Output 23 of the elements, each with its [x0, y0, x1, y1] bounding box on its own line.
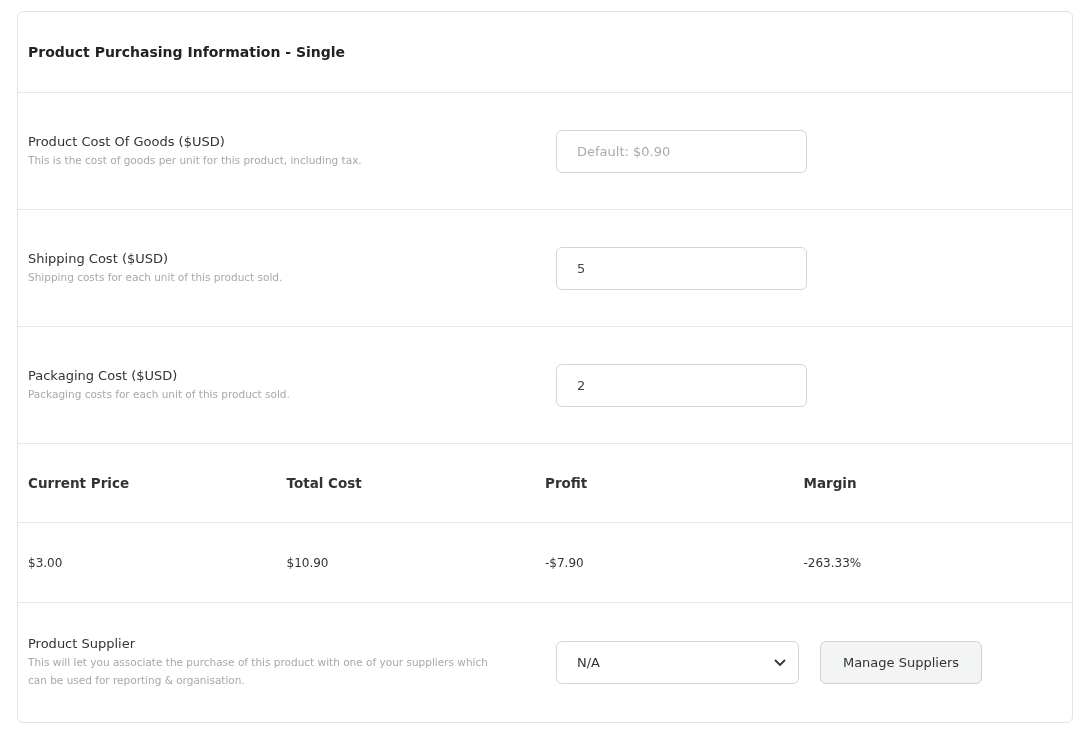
section-title: Product Purchasing Information - Single: [28, 44, 346, 60]
column-header: Profit: [545, 475, 589, 491]
field-label: Shipping Cost ($USD): [28, 250, 170, 266]
table-cell-text: $3.00: [28, 555, 64, 570]
field-help-text: Shipping costs for each unit of this product sold.: [28, 269, 284, 285]
column-header: Margin: [803, 475, 858, 491]
chevron-down-icon: [774, 658, 786, 667]
field-help-text: Packaging costs for each unit of this product sold.: [28, 386, 291, 402]
input-field[interactable]: 5: [556, 246, 807, 290]
table-cell-text: -$7.90: [545, 555, 585, 570]
manage-suppliers-button[interactable]: Manage Suppliers: [820, 641, 982, 684]
field-label: Packaging Cost ($USD): [28, 367, 179, 383]
input-field[interactable]: Default: $0.90: [556, 129, 807, 173]
field-label: Product Supplier: [28, 636, 137, 651]
input-field[interactable]: 2: [556, 363, 807, 407]
field-label: Product Cost Of Goods ($USD): [28, 133, 226, 149]
table-cell-text: $10.90: [286, 555, 330, 570]
field-help-text: This is the cost of goods per unit for this product, including tax.: [28, 152, 363, 168]
column-header: Current Price: [28, 475, 131, 491]
field-help-text: This will let you associate the purchase of this product with one of your suppliers which can be used for reporting & organisation.: [28, 655, 489, 688]
table-cell-text: -263.33%: [803, 555, 863, 570]
column-header: Total Cost: [286, 475, 363, 491]
supplier-select[interactable]: N/A: [556, 641, 799, 684]
